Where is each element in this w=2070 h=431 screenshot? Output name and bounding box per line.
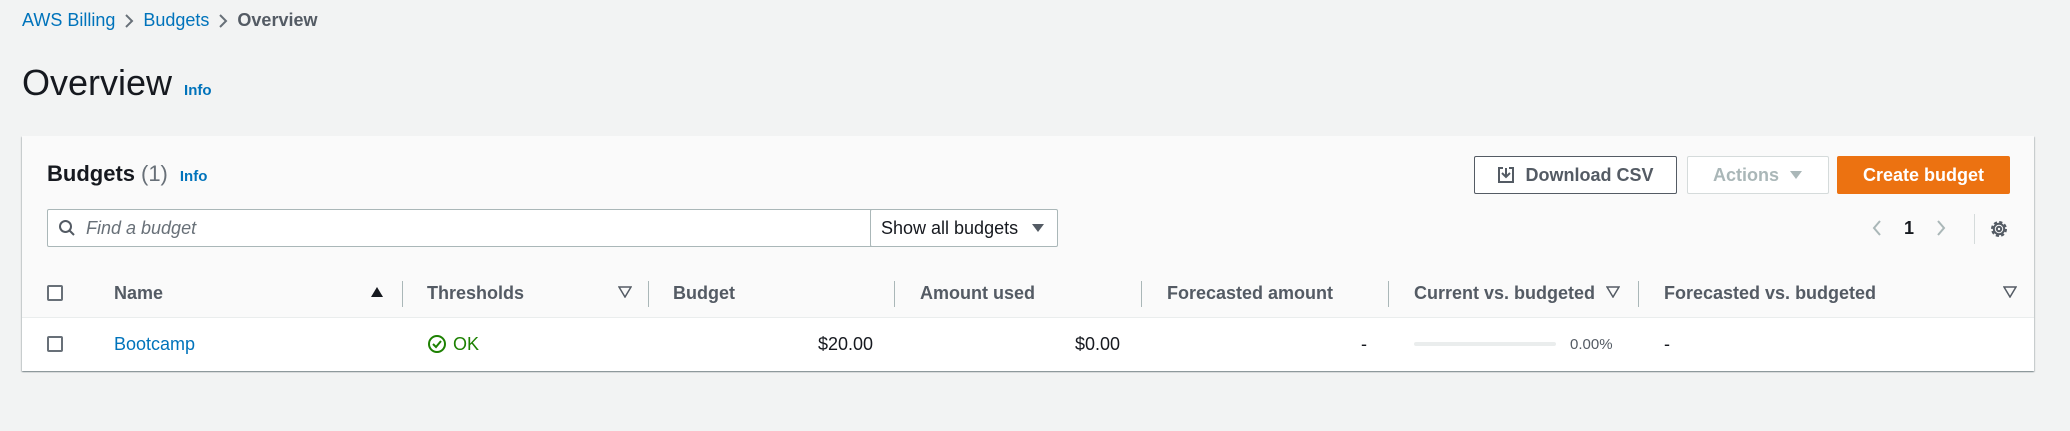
breadcrumb-current: Overview [237,10,318,30]
download-csv-label: Download CSV [1525,164,1654,185]
budget-filter-select[interactable]: Show all budgets [870,209,1058,247]
amount-used: $0.00 [1074,333,1120,354]
column-header-current-vs-budgeted[interactable]: Current vs. budgeted [1414,269,1595,317]
chevron-right-icon [115,11,143,31]
column-divider [1388,281,1389,307]
breadcrumb: AWS Billing Budgets Overview [22,10,317,31]
column-divider [894,281,895,307]
sort-ascending-icon[interactable] [370,286,384,298]
column-divider [1638,281,1639,307]
sort-icon[interactable] [1606,286,1620,298]
forecasted-amount: - [1361,333,1367,354]
download-icon [1498,167,1515,183]
search-field [47,209,879,247]
threshold-status: OK [427,334,479,355]
column-header-thresholds[interactable]: Thresholds [427,269,524,317]
budget-count: (1) [141,161,168,186]
budget-amount: $20.00 [817,333,873,354]
page-title: Overview [22,62,173,103]
column-header-budget[interactable]: Budget [673,269,735,317]
forecasted-vs-budgeted: - [1664,333,1670,354]
create-budget-button[interactable]: Create budget [1837,156,2010,194]
page-header: Overview Info [22,62,212,104]
budgets-table-panel: Budgets (1) Info Download CSV Actions Cr… [22,136,2034,371]
panel-title: Budgets (1) Info [47,161,207,187]
breadcrumb-budgets[interactable]: Budgets [143,10,209,31]
status-ok-icon [428,335,446,353]
column-divider [1141,281,1142,307]
actions-label: Actions [1712,164,1779,185]
page-info-link[interactable]: Info [184,82,212,99]
current-vs-budgeted-bar [1414,342,1556,346]
search-input[interactable] [84,216,848,240]
checkbox-box [47,285,63,301]
budget-name-link[interactable]: Bootcamp [114,334,195,355]
column-divider [402,281,403,307]
caret-down-icon [1032,224,1044,232]
next-page-icon[interactable] [1926,216,1956,240]
select-all-checkbox[interactable] [47,285,63,301]
create-budget-label: Create budget [1862,164,1985,185]
sort-icon[interactable] [2003,286,2017,298]
budget-filter-value: Show all budgets [881,217,1019,238]
caret-down-icon [1790,171,1802,179]
checkbox-box [47,336,63,352]
table-header: Name Thresholds Budget Amount used Forec… [22,269,2034,318]
search-icon [58,219,76,237]
actions-dropdown-button[interactable]: Actions [1687,156,1829,194]
pagination-divider [1974,214,1975,244]
column-divider [648,281,649,307]
panel-title-text: Budgets [47,161,135,186]
sort-icon[interactable] [618,286,632,298]
column-header-amount-used[interactable]: Amount used [920,269,1035,317]
page-number[interactable]: 1 [1892,218,1926,239]
panel-info-link[interactable]: Info [180,168,208,185]
current-vs-budgeted-value: 0.00% [1570,335,1613,353]
download-csv-button[interactable]: Download CSV [1474,156,1677,194]
settings-gear-icon[interactable] [1986,216,2012,242]
current-vs-budgeted: 0.00% [1414,318,1613,370]
pagination: 1 [1862,216,1956,240]
chevron-right-icon [209,11,237,31]
row-checkbox[interactable] [47,336,63,352]
previous-page-icon[interactable] [1862,216,1892,240]
column-header-forecasted-vs-budgeted[interactable]: Forecasted vs. budgeted [1664,269,1876,317]
breadcrumb-aws-billing[interactable]: AWS Billing [22,10,115,31]
table-row: Bootcamp OK $20.00 $0.00 - 0.00% - [22,318,2034,370]
threshold-status-text: OK [453,333,480,354]
column-header-name[interactable]: Name [114,269,163,317]
column-header-forecasted-amount[interactable]: Forecasted amount [1167,269,1333,317]
